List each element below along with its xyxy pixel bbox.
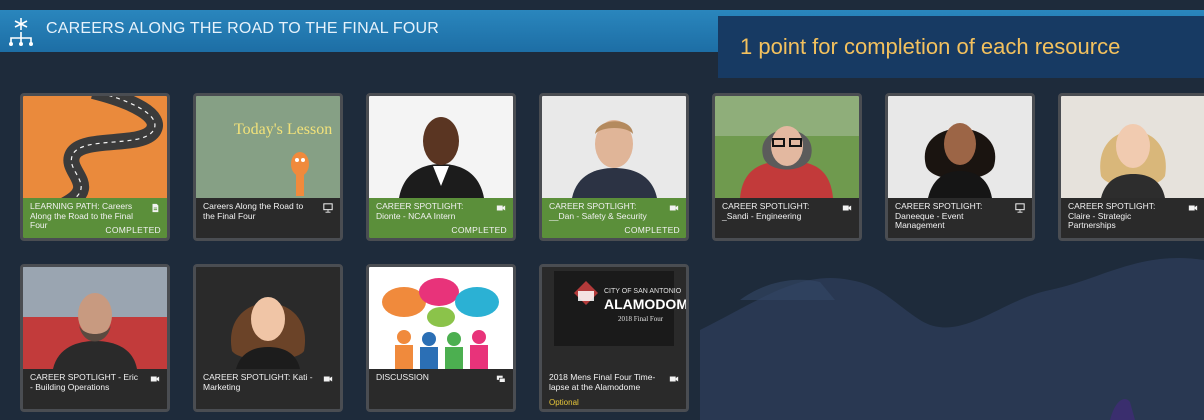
resource-card-sandi[interactable]: CAREER SPOTLIGHT: _Sandi - Engineering: [712, 93, 862, 241]
video-icon: [150, 376, 160, 382]
video-icon: [323, 376, 333, 382]
card-title: CAREER SPOTLIGHT: __Dan - Safety & Secur…: [549, 201, 647, 221]
document-icon: [152, 203, 159, 213]
resource-card-dionte[interactable]: CAREER SPOTLIGHT: Dionte - NCAA Intern C…: [366, 93, 516, 241]
card-title: CAREER SPOTLIGHT: Daneeque - Event Manag…: [895, 201, 983, 230]
thumbnail-speech-bubbles: [369, 267, 513, 369]
thumbnail-portrait-eric: [23, 267, 167, 369]
completion-status: COMPLETED: [451, 225, 507, 235]
video-icon: [496, 205, 506, 211]
logo-line2: ALAMODOME: [604, 296, 686, 312]
thumbnail-portrait-dionte: [369, 96, 513, 198]
resource-card-careers-presentation[interactable]: Today's Lesson Careers Along the Road to…: [193, 93, 343, 241]
optional-label: Optional: [549, 398, 579, 407]
card-title: Careers Along the Road to the Final Four: [203, 201, 304, 221]
resource-card-daneeque[interactable]: CAREER SPOTLIGHT: Daneeque - Event Manag…: [885, 93, 1035, 241]
page-title: CAREERS ALONG THE ROAD TO THE FINAL FOUR: [46, 20, 439, 37]
resource-card-learning-path[interactable]: LEARNING PATH: Careers Along the Road to…: [20, 93, 170, 241]
logo-line1: CITY OF SAN ANTONIO: [604, 288, 682, 295]
video-icon: [1188, 205, 1198, 211]
resource-card-kati[interactable]: CAREER SPOTLIGHT: Kati - Marketing: [193, 264, 343, 412]
card-title: CAREER SPOTLIGHT: Kati - Marketing: [203, 372, 313, 392]
resource-card-dan[interactable]: CAREER SPOTLIGHT: __Dan - Safety & Secur…: [539, 93, 689, 241]
presentation-icon: [323, 203, 333, 213]
thumbnail-portrait-kati: [196, 267, 340, 369]
thumbnail-winding-road: [23, 96, 167, 198]
video-icon: [842, 205, 852, 211]
card-title: CAREER SPOTLIGHT: _Sandi - Engineering: [722, 201, 810, 221]
thumbnail-portrait-sandi: [715, 96, 859, 198]
logo-line3: 2018 Final Four: [618, 315, 664, 323]
card-title: CAREER SPOTLIGHT: Claire - Strategic Par…: [1068, 201, 1156, 230]
resource-card-discussion[interactable]: DISCUSSION: [366, 264, 516, 412]
card-title: DISCUSSION: [376, 372, 429, 382]
completion-status: COMPLETED: [105, 225, 161, 235]
chalkboard-text: Today's Lesson: [234, 121, 332, 138]
resource-card-eric[interactable]: CAREER SPOTLIGHT - Eric - Building Opera…: [20, 264, 170, 412]
network-logo-icon: [9, 18, 33, 46]
completion-status: COMPLETED: [624, 225, 680, 235]
thumbnail-portrait-claire: [1061, 96, 1204, 198]
video-icon: [669, 376, 679, 382]
thumbnail-chalkboard: Today's Lesson: [196, 96, 340, 198]
video-icon: [669, 205, 679, 211]
thumbnail-alamodome-logo: CITY OF SAN ANTONIO ALAMODOME 2018 Final…: [542, 267, 686, 369]
chat-icon: [496, 375, 506, 383]
presentation-icon: [1015, 203, 1025, 213]
thumbnail-portrait-dan: [542, 96, 686, 198]
card-title: CAREER SPOTLIGHT - Eric - Building Opera…: [30, 372, 138, 392]
resource-card-alamodome[interactable]: CITY OF SAN ANTONIO ALAMODOME 2018 Final…: [539, 264, 689, 412]
card-title: CAREER SPOTLIGHT: Dionte - NCAA Intern: [376, 201, 464, 221]
thumbnail-portrait-daneeque: [888, 96, 1032, 198]
resource-card-claire[interactable]: CAREER SPOTLIGHT: Claire - Strategic Par…: [1058, 93, 1204, 241]
points-banner: 1 point for completion of each resource: [718, 16, 1204, 78]
card-title: 2018 Mens Final Four Time-lapse at the A…: [549, 372, 656, 392]
